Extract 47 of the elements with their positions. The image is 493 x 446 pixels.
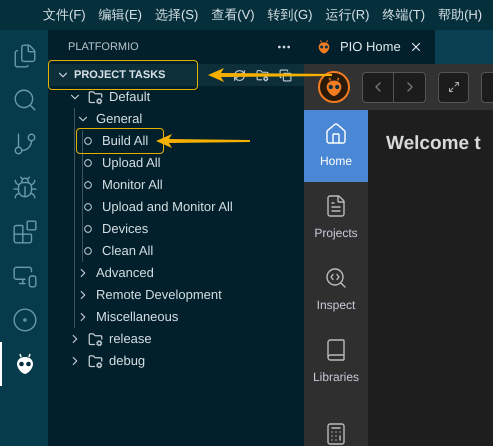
folder-gear-icon[interactable] — [256, 68, 269, 82]
tree-item[interactable]: Default — [109, 87, 150, 107]
branch-icon — [12, 131, 38, 157]
menu-item[interactable]: 运行(R) — [325, 5, 370, 25]
section-header[interactable]: PROJECT TASKS — [48, 64, 304, 86]
tree-item[interactable]: Upload and Monitor All — [102, 197, 233, 217]
tree-item[interactable]: release — [109, 329, 152, 349]
task-circle-icon — [84, 181, 92, 189]
menu-item[interactable]: 查看(V) — [211, 5, 255, 25]
editor-tab[interactable]: PIO Home — [304, 30, 435, 64]
tree-item[interactable]: Advanced — [96, 263, 154, 283]
task-circle-icon — [84, 225, 92, 233]
tree-item[interactable]: Miscellaneous — [96, 307, 178, 327]
circle-dot-icon — [12, 307, 38, 333]
bug-icon — [12, 175, 38, 201]
blocks-icon — [12, 219, 38, 245]
tree-item[interactable]: Upload All — [102, 153, 161, 173]
inspect-icon — [324, 266, 348, 290]
folder-gear-icon — [88, 90, 103, 104]
files-icon — [12, 43, 38, 69]
tree-item[interactable]: Remote Development — [96, 285, 222, 305]
task-circle-icon — [84, 159, 92, 167]
home-icon — [324, 122, 348, 146]
expand-icon — [448, 81, 460, 93]
expand-button[interactable] — [438, 72, 469, 102]
menu-item[interactable]: 文件(F) — [43, 5, 86, 25]
task-circle-icon — [84, 203, 92, 211]
tree-item[interactable]: Clean All — [102, 241, 154, 261]
welcome-heading: Welcome t — [386, 132, 482, 156]
menu-item[interactable]: 帮助(H) — [438, 5, 482, 25]
folder-gear-icon — [88, 332, 103, 346]
alien-icon — [316, 39, 332, 55]
tree-item[interactable]: Devices — [102, 219, 148, 239]
tree-item[interactable]: Monitor All — [102, 175, 163, 195]
menu-item[interactable]: 终端(T) — [382, 5, 426, 25]
task-circle-icon — [84, 247, 92, 255]
tree-item[interactable]: Build All — [102, 131, 148, 151]
search-icon — [12, 87, 38, 113]
folder-gear-icon — [88, 354, 103, 368]
menu-item[interactable]: 编辑(E) — [98, 5, 142, 25]
task-circle-icon — [84, 137, 92, 145]
sidebar-title: PLATFORMIO — [68, 40, 139, 55]
menu-item[interactable]: 转到(G) — [268, 5, 312, 25]
nav-item[interactable]: Home — [304, 110, 368, 182]
tree-item[interactable]: debug — [109, 351, 146, 371]
tree-item[interactable]: General — [96, 109, 142, 129]
menu-item[interactable]: 选择(S) — [154, 5, 198, 25]
